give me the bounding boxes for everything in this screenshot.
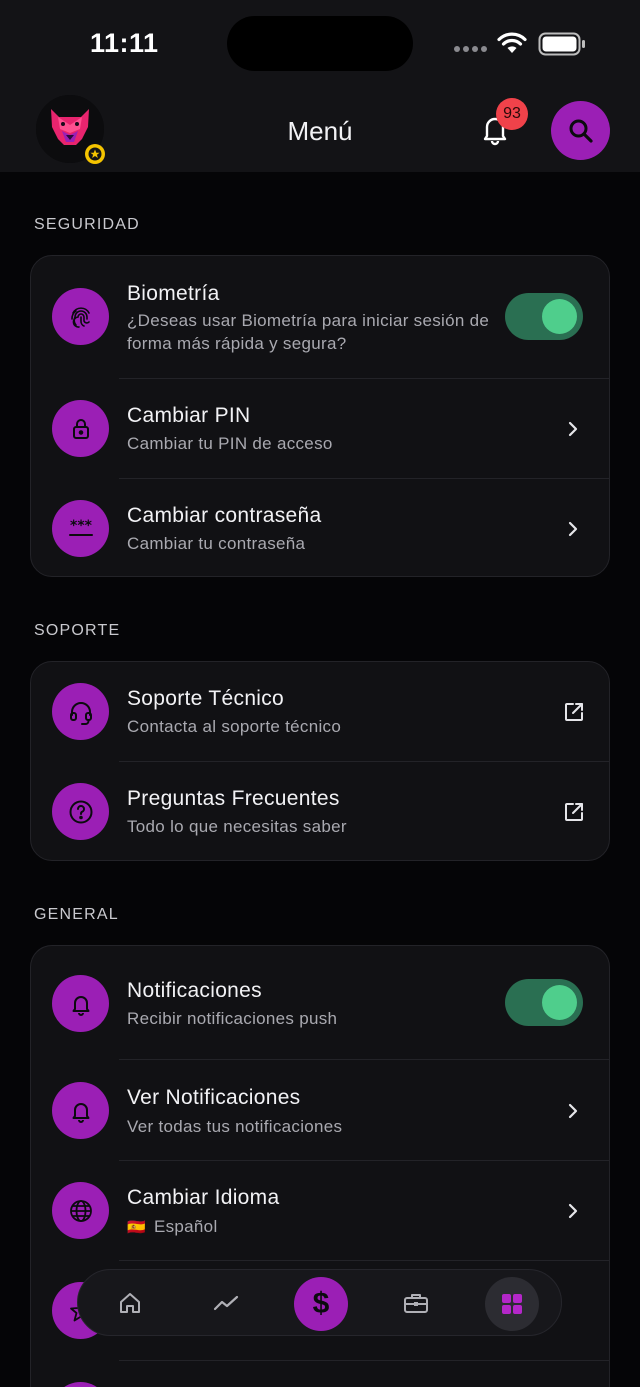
row-title: Ver Notificaciones	[127, 1086, 301, 1109]
settings-row-change-language[interactable]: Cambiar Idioma 🇪🇸 Español	[31, 1161, 609, 1261]
row-subtitle: Cambiar tu PIN de acceso	[127, 434, 333, 453]
row-title: Cambiar PIN	[127, 404, 251, 427]
row-subtitle: 🇪🇸 Español	[127, 1215, 497, 1239]
home-icon	[120, 1293, 140, 1313]
row-subtitle: Contacta al soporte técnico	[127, 717, 342, 736]
bottom-tab-bar: $	[77, 1269, 562, 1336]
tab-portfolio[interactable]	[392, 1279, 440, 1327]
tab-menu[interactable]	[485, 1277, 539, 1331]
page-title: Menú	[287, 116, 353, 146]
settings-row-faq[interactable]: Preguntas Frecuentes Todo lo que necesit…	[31, 762, 609, 861]
tab-wallet[interactable]: $	[294, 1277, 348, 1331]
section-label-security: SEGURIDAD	[34, 216, 140, 233]
row-subtitle: Todo lo que necesitas saber	[127, 817, 347, 836]
briefcase-icon	[404, 1294, 428, 1313]
dynamic-island	[227, 16, 413, 71]
chevron-right-icon	[568, 1103, 578, 1119]
settings-row-tech-support[interactable]: Soporte Técnico Contacta al soporte técn…	[31, 662, 609, 762]
settings-row-change-pin[interactable]: Cambiar PIN Cambiar tu PIN de acceso	[31, 379, 609, 479]
row-title: Biometría	[127, 282, 220, 305]
external-link-icon	[565, 703, 583, 721]
headset-icon	[52, 683, 109, 740]
notification-count-badge: 93	[496, 98, 528, 130]
status-bar: 11:11	[0, 0, 640, 90]
chevron-right-icon	[568, 1203, 578, 1219]
row-title: Cambiar Idioma	[127, 1186, 280, 1209]
status-time: 11:11	[90, 28, 159, 58]
row-title: Preguntas Frecuentes	[127, 787, 340, 810]
support-card: Soporte Técnico Contacta al soporte técn…	[30, 661, 610, 861]
password-icon: ***	[52, 500, 109, 557]
lock-icon	[52, 400, 109, 457]
settings-row-biometrics[interactable]: Biometría ¿Deseas usar Biometría para in…	[31, 256, 609, 379]
row-subtitle: Cambiar tu contraseña	[127, 534, 306, 553]
menu-item-icon	[52, 1382, 109, 1387]
globe-icon	[52, 1182, 109, 1239]
bell-icon	[52, 1082, 109, 1139]
chevron-right-icon	[568, 421, 578, 437]
row-subtitle: Recibir notificaciones push	[127, 1009, 338, 1028]
grid-icon	[502, 1294, 522, 1314]
section-label-general: GENERAL	[34, 906, 119, 923]
row-title: Cambiar contraseña	[127, 504, 322, 527]
row-subtitle: Ver todas tus notificaciones	[127, 1117, 343, 1136]
external-link-icon	[565, 803, 583, 821]
row-title: Notificaciones	[127, 979, 262, 1002]
bell-icon	[52, 975, 109, 1032]
security-card: Biometría ¿Deseas usar Biometría para in…	[30, 255, 610, 577]
signal-dots-icon	[454, 46, 487, 52]
notifications-toggle[interactable]	[505, 979, 583, 1026]
section-label-support: SOPORTE	[34, 622, 121, 639]
language-value: Español	[153, 1217, 218, 1236]
chevron-right-icon	[568, 521, 578, 537]
wifi-icon	[497, 32, 527, 53]
chart-icon	[213, 1295, 239, 1311]
app-header: Menú 93	[0, 90, 640, 172]
settings-row-notifications[interactable]: Notificaciones Recibir notificaciones pu…	[31, 946, 609, 1060]
tab-home[interactable]	[106, 1279, 154, 1327]
row-title: Soporte Técnico	[127, 687, 285, 710]
battery-icon	[538, 32, 585, 56]
spain-flag-icon: 🇪🇸	[127, 1219, 146, 1236]
fingerprint-icon	[52, 288, 109, 345]
biometrics-toggle[interactable]	[505, 293, 583, 340]
settings-row-change-password[interactable]: *** Cambiar contraseña Cambiar tu contra…	[31, 479, 609, 578]
help-circle-icon	[52, 783, 109, 840]
settings-row-view-notifications[interactable]: Ver Notificaciones Ver todas tus notific…	[31, 1060, 609, 1161]
settings-row-partial-2[interactable]	[31, 1361, 609, 1387]
search-icon	[569, 119, 593, 143]
svg-text:***: ***	[70, 518, 93, 534]
dollar-icon: $	[312, 1287, 330, 1320]
tab-market[interactable]	[202, 1279, 250, 1327]
search-button[interactable]	[551, 101, 610, 160]
row-subtitle: ¿Deseas usar Biometría para iniciar sesi…	[127, 311, 490, 353]
